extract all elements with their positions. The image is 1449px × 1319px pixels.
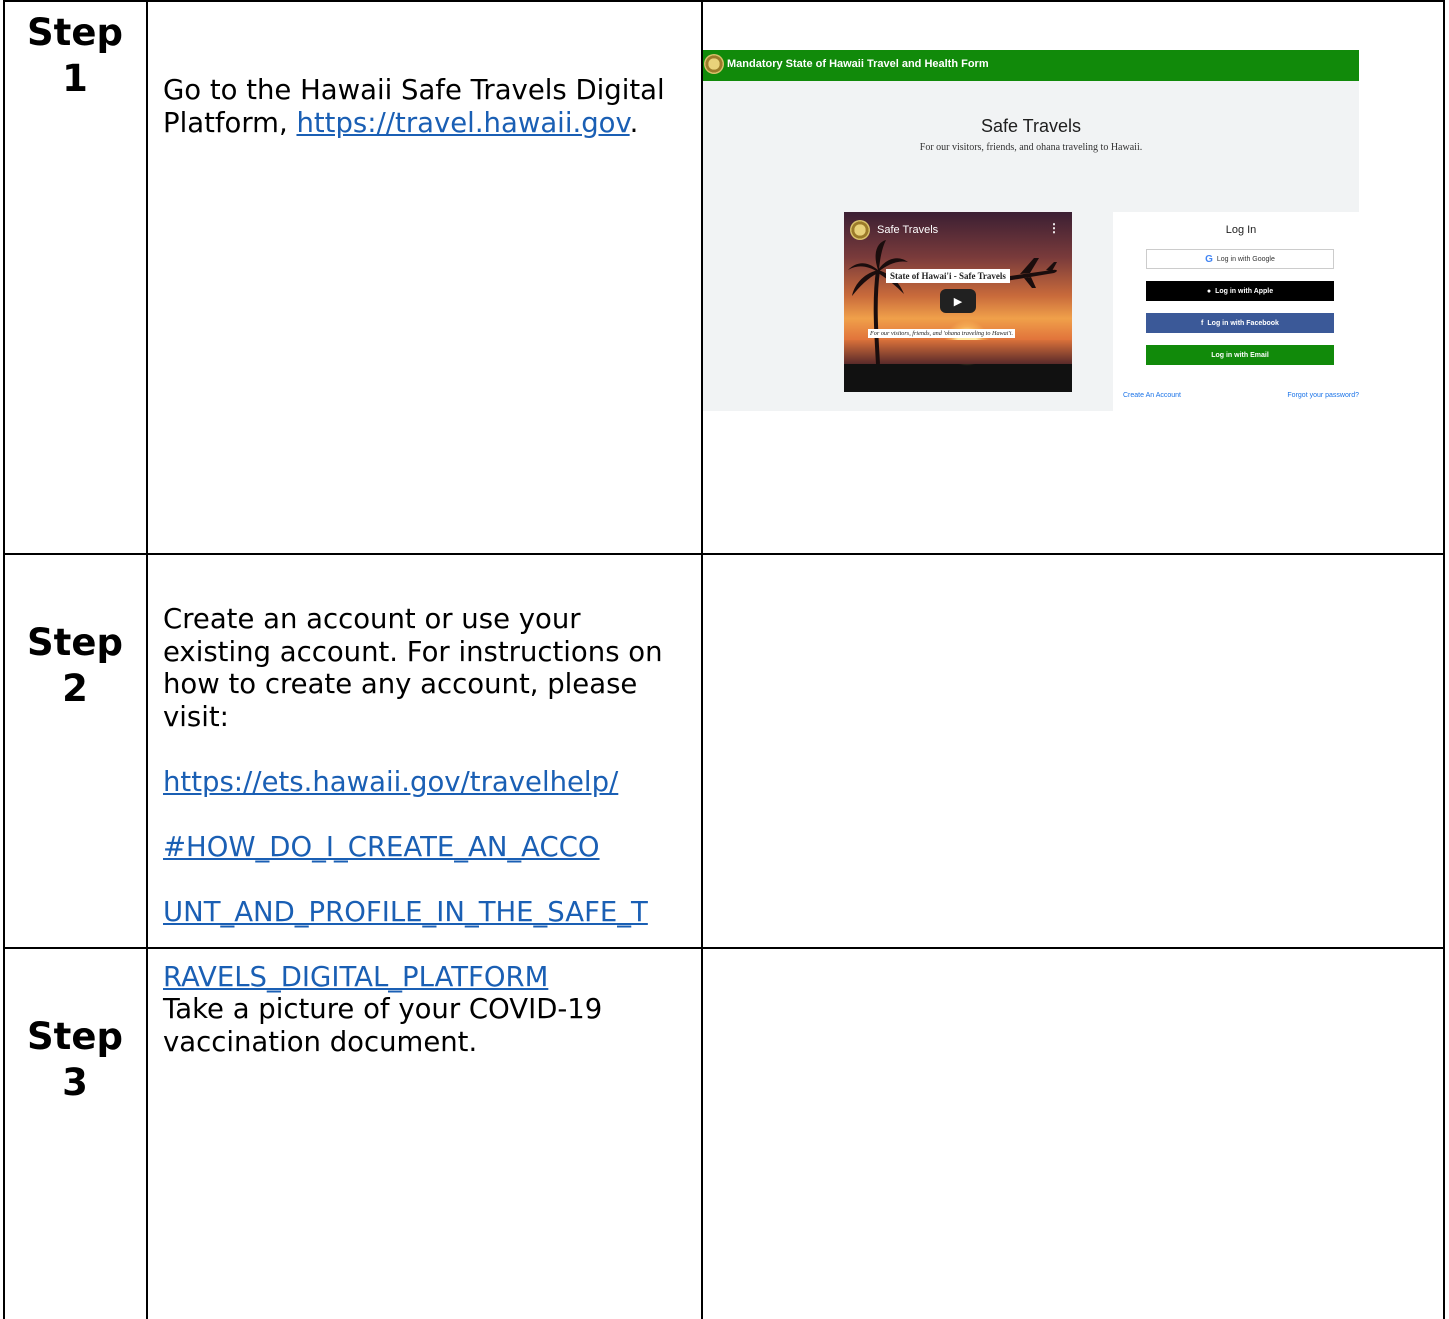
step-2-text: Create an account or use your existing a…: [163, 603, 663, 733]
video-player[interactable]: Safe Travels ⋮ State of Hawai'i - Safe T…: [844, 212, 1072, 392]
link-line: UNT_AND_PROFILE_IN_THE_SAFE_T: [163, 895, 648, 928]
link-line: https://ets.hawaii.gov/travelhelp/: [163, 765, 619, 798]
email-login-label: Log in with Email: [1211, 351, 1269, 359]
step-1-label: Step 1: [27, 11, 123, 100]
step-3-text: Take a picture of your COVID-19 vaccinat…: [163, 993, 603, 1058]
channel-avatar-icon: [850, 220, 870, 240]
video-caption: For our visitors, friends, and 'ohana tr…: [868, 329, 1016, 338]
site-header: Mandatory State of Hawaii Travel and Hea…: [703, 50, 1359, 81]
play-icon: ▶: [953, 295, 963, 308]
step-2-instruction: Create an account or use your existing a…: [163, 603, 693, 1026]
video-title-banner: State of Hawai'i - Safe Travels: [886, 269, 1010, 283]
google-login-button[interactable]: G Log in with Google: [1146, 249, 1334, 269]
travel-hawaii-link[interactable]: https://travel.hawaii.gov: [296, 107, 629, 139]
site-header-title: Mandatory State of Hawaii Travel and Hea…: [727, 58, 989, 70]
apple-login-button[interactable]: ● Log in with Apple: [1146, 281, 1334, 301]
step-1-text-after: .: [629, 106, 639, 139]
play-button[interactable]: ▶: [940, 289, 976, 313]
facebook-login-button[interactable]: f Log in with Facebook: [1146, 313, 1334, 333]
table-border-right: [1443, 0, 1445, 1319]
facebook-icon: f: [1201, 319, 1204, 327]
step-3-instruction: Take a picture of your COVID-19 vaccinat…: [163, 993, 693, 1058]
email-login-button[interactable]: Log in with Email: [1146, 345, 1334, 365]
video-channel-name[interactable]: Safe Travels: [877, 224, 938, 236]
apple-login-label: Log in with Apple: [1215, 287, 1274, 295]
create-account-help-link[interactable]: https://ets.hawaii.gov/travelhelp/ #HOW_…: [163, 733, 693, 1026]
login-title: Log In: [1225, 224, 1257, 236]
link-line: #HOW_DO_I_CREATE_AN_ACCO: [163, 830, 600, 863]
palm-tree-icon: [848, 240, 908, 364]
row-divider-1: [3, 553, 1445, 555]
table-border-top: [3, 0, 1445, 2]
link-line: RAVELS_DIGITAL_PLATFORM: [163, 960, 549, 993]
table-divider-1: [146, 0, 148, 1319]
login-panel: Log In G Log in with Google ● Log in wit…: [1113, 212, 1359, 411]
forgot-password-link[interactable]: Forgot your password?: [1287, 392, 1359, 399]
video-menu-icon[interactable]: ⋮: [1048, 221, 1060, 235]
step-3-label: Step 3: [27, 1015, 123, 1104]
safe-travels-heading: Safe Travels: [980, 116, 1082, 136]
safe-travels-screenshot: Mandatory State of Hawaii Travel and Hea…: [703, 50, 1359, 411]
apple-icon: ●: [1206, 287, 1212, 295]
google-icon: G: [1205, 253, 1213, 265]
step-2-label: Step 2: [27, 621, 123, 710]
step-1-instruction: Go to the Hawaii Safe Travels Digital Pl…: [163, 74, 693, 139]
state-seal-icon: [704, 54, 724, 74]
facebook-login-label: Log in with Facebook: [1207, 319, 1279, 327]
create-account-link[interactable]: Create An Account: [1123, 392, 1181, 399]
google-login-label: Log in with Google: [1216, 255, 1275, 263]
safe-travels-subheading: For our visitors, friends, and ohana tra…: [919, 142, 1143, 153]
